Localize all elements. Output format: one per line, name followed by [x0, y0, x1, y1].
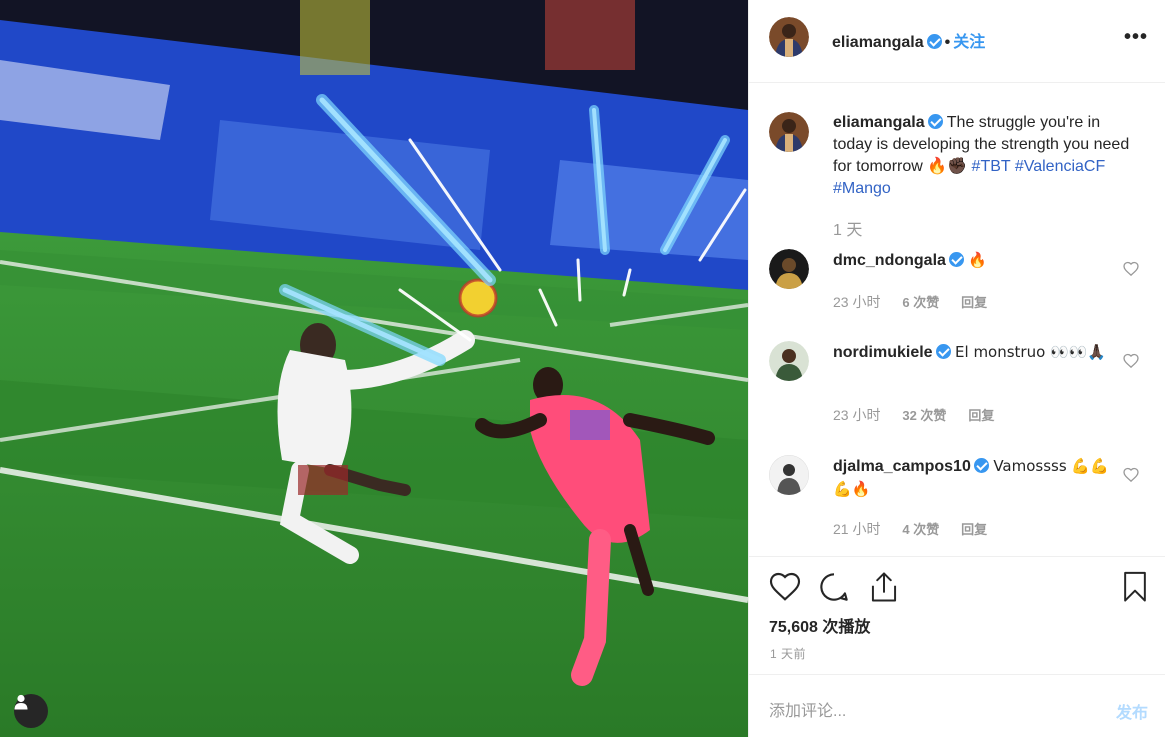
heart-icon[interactable] [1123, 467, 1139, 482]
more-icon[interactable]: ••• [1124, 26, 1148, 49]
follow-button[interactable]: 关注 [953, 34, 985, 51]
caption-avatar[interactable] [769, 112, 809, 152]
hashtag-tbt[interactable]: #TBT [972, 158, 1011, 175]
view-count[interactable]: 75,608 次播放 [769, 613, 870, 637]
video-player[interactable] [0, 0, 748, 737]
comment-time: 23 小时 [833, 407, 881, 423]
share-icon[interactable] [869, 571, 899, 603]
comment-body: 🔥 [968, 251, 988, 269]
tagged-users-button[interactable] [14, 694, 48, 728]
avatar-image [769, 455, 809, 495]
reply-button[interactable]: 回复 [961, 522, 987, 537]
comment-likes[interactable]: 4 次赞 [902, 522, 939, 537]
comment-avatar[interactable] [769, 455, 809, 495]
verified-icon [948, 252, 964, 267]
verified-icon [973, 458, 989, 473]
heart-icon[interactable] [1123, 261, 1139, 276]
comment-likes[interactable]: 6 次赞 [902, 295, 939, 310]
comment-time: 21 小时 [833, 521, 881, 537]
author-username[interactable]: eliamangala [832, 34, 924, 51]
avatar-image [769, 17, 809, 57]
video-frame [0, 0, 748, 737]
heart-icon[interactable] [1123, 353, 1139, 368]
reply-button[interactable]: 回复 [961, 295, 987, 310]
avatar-image [769, 341, 809, 381]
reply-button[interactable]: 回复 [968, 408, 994, 423]
comment-meta: 23 小时 6 次赞 回复 [833, 292, 1005, 312]
comment-time: 23 小时 [833, 294, 881, 310]
post-header: eliamangala • 关注 ••• [749, 0, 1165, 83]
like-heart-icon[interactable] [769, 571, 801, 601]
user-icon [14, 694, 28, 710]
author-avatar[interactable] [769, 17, 809, 57]
caption-text: eliamangala The struggle you're in today… [833, 112, 1133, 200]
bookmark-icon[interactable] [1122, 571, 1148, 603]
comment-meta: 21 小时 4 次赞 回复 [833, 519, 1005, 539]
comment-text: nordimukiele El monstruo 👀👀🙏🏿 [833, 341, 1113, 364]
comment-meta: 23 小时 32 次赞 回复 [833, 405, 1012, 425]
comment-avatar[interactable] [769, 249, 809, 289]
comment-composer: 添加评论... 发布 [749, 674, 1165, 737]
comment-body: El monstruo 👀👀🙏🏿 [955, 343, 1107, 361]
separator-dot: • [944, 34, 951, 51]
post-button[interactable]: 发布 [1116, 699, 1148, 723]
verified-icon [926, 34, 942, 49]
comment-username[interactable]: djalma_campos10 [833, 458, 971, 475]
action-bar: 75,608 次播放 1 天前 [749, 556, 1165, 674]
post-sidebar: eliamangala • 关注 ••• eliamangala The strug… [748, 0, 1165, 737]
caption-username[interactable]: eliamangala [833, 114, 925, 131]
comment-text: dmc_ndongala 🔥 [833, 249, 1113, 272]
comment-avatar[interactable] [769, 341, 809, 381]
hashtag-mango[interactable]: #Mango [833, 180, 891, 197]
comment-text: djalma_campos10 Vamossss 💪💪💪🔥 [833, 455, 1113, 501]
post-timestamp: 1 天前 [770, 647, 807, 661]
avatar-image [769, 112, 809, 152]
comment-username[interactable]: dmc_ndongala [833, 252, 946, 269]
comment-input[interactable]: 添加评论... [769, 697, 846, 721]
verified-icon [935, 344, 951, 359]
comment-icon[interactable] [818, 571, 850, 603]
comment-likes[interactable]: 32 次赞 [902, 408, 946, 423]
caption-time: 1 天 [833, 222, 863, 239]
avatar-image [769, 249, 809, 289]
verified-icon [927, 114, 943, 129]
comment-username[interactable]: nordimukiele [833, 344, 933, 361]
hashtag-valenciacf[interactable]: #ValenciaCF [1015, 158, 1105, 175]
